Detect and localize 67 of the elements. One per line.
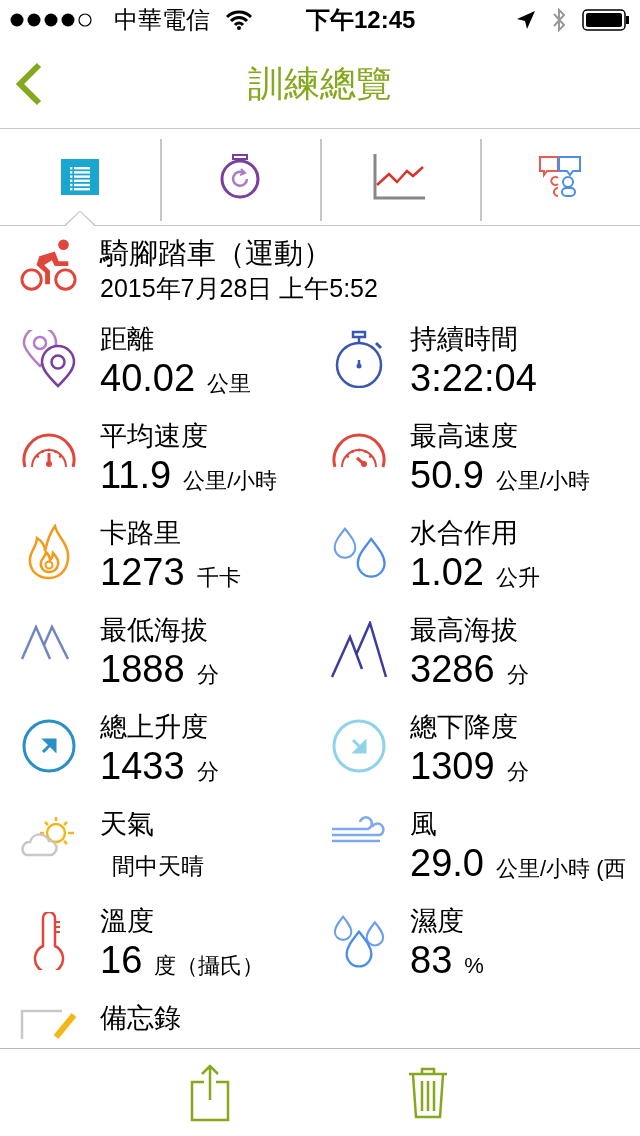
- wind-icon: [330, 815, 388, 845]
- metric-label: 總上升度: [100, 711, 209, 744]
- metric-value: 1888: [100, 647, 185, 691]
- battery-icon: [582, 9, 630, 31]
- metric-label: 平均速度: [100, 420, 209, 453]
- metric-value: 1.02: [410, 550, 484, 594]
- thermometer-icon: [31, 912, 67, 970]
- metric-unit: %: [464, 952, 484, 980]
- stopwatch-icon: [219, 154, 261, 200]
- metric-label: 風: [410, 808, 438, 841]
- chat-icon: [538, 155, 582, 199]
- status-time: 下午12:45: [306, 5, 416, 35]
- metric-label: 最低海拔: [100, 614, 209, 647]
- metric-unit: 千卡: [196, 564, 241, 592]
- list-icon: [59, 157, 101, 197]
- metric-unit: 分: [506, 661, 529, 689]
- share-button[interactable]: [190, 1063, 230, 1122]
- metric-value: 1433: [100, 744, 185, 788]
- carrier-name: 中華電信: [114, 5, 210, 35]
- metric-value: 50.9: [410, 453, 484, 497]
- cyclist-icon: [20, 238, 78, 294]
- memo-label: 備忘錄: [100, 1002, 181, 1035]
- metric-value: 29.0: [410, 841, 484, 885]
- metric-label: 卡路里: [100, 517, 182, 550]
- metric-value: 83: [410, 938, 453, 982]
- flame-icon: [27, 524, 71, 580]
- metric-unit: 分: [506, 758, 529, 786]
- metric-unit: 分: [196, 661, 219, 689]
- metric-label: 距離: [100, 323, 155, 356]
- metric-unit: 公里/小時: [495, 467, 591, 495]
- metric-unit: 公里/小時 (西: [495, 855, 626, 883]
- line-chart-icon: [372, 153, 428, 201]
- metric-label: 最高海拔: [410, 614, 519, 647]
- metric-label: 溫度: [100, 905, 155, 938]
- metric-value: 40.02: [100, 356, 196, 400]
- metric-label: 濕度: [410, 905, 465, 938]
- metric-value: 3:22:04: [410, 356, 537, 400]
- metric-label: 水合作用: [410, 517, 519, 550]
- activity-title: 騎腳踏車（運動）: [100, 236, 333, 270]
- metric-value: 3286: [410, 647, 495, 691]
- trash-icon: [408, 1066, 448, 1119]
- metric-unit: 公里: [207, 370, 252, 398]
- mountains-icon: [330, 621, 388, 679]
- metric-value: 11.9: [100, 453, 172, 497]
- metric-value: 16: [100, 938, 143, 982]
- page-title: 訓練總覽: [248, 62, 392, 106]
- share-icon: [190, 1063, 230, 1122]
- pin-icon: [20, 330, 78, 388]
- metric-label: 最高速度: [410, 420, 519, 453]
- metric-unit: 度（攝氏）: [154, 952, 265, 980]
- location-arrow-icon: [516, 10, 536, 30]
- back-button[interactable]: [14, 62, 44, 106]
- metric-unit: 公里/小時: [183, 467, 278, 495]
- metric-label: 總下降度: [410, 711, 519, 744]
- bluetooth-icon: [552, 7, 566, 33]
- weather-condition: 間中天晴: [112, 852, 204, 881]
- metric-unit: 分: [196, 758, 219, 786]
- delete-button[interactable]: [408, 1066, 448, 1119]
- metric-label: 持續時間: [410, 323, 519, 356]
- metric-value: 1309: [410, 744, 495, 788]
- metric-value: 1273: [100, 550, 185, 594]
- wifi-icon: [226, 10, 252, 30]
- metric-unit: 公升: [495, 564, 540, 592]
- metric-label: 天氣: [100, 808, 155, 841]
- note-icon: [20, 1009, 78, 1039]
- activity-date: 2015年7月28日 上午5:52: [100, 273, 378, 304]
- back-icon: [14, 62, 44, 106]
